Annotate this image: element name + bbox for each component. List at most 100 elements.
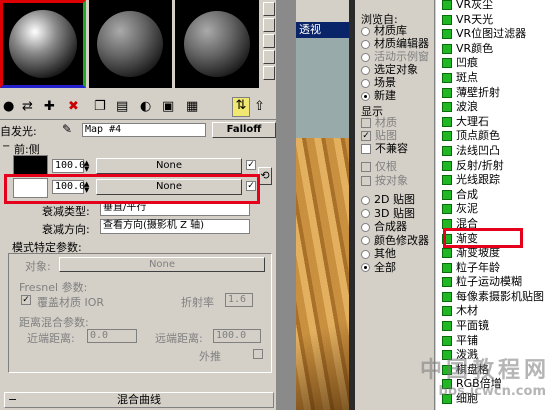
map-type-button[interactable]: Falloff xyxy=(212,122,276,138)
map-list-item-label: VR天光 xyxy=(456,12,494,26)
radio-icon xyxy=(361,222,370,232)
backlight-button[interactable] xyxy=(263,18,275,32)
map-list-item[interactable]: VR位图过滤器 xyxy=(442,27,550,42)
filter-option[interactable]: 按对象 xyxy=(361,174,435,188)
near-distance-field[interactable]: 0.0 xyxy=(87,329,137,343)
front-amount-spinner[interactable]: ▲ ▼ xyxy=(84,160,91,173)
sample-type-button[interactable] xyxy=(263,2,275,16)
filter-option[interactable]: 仅根 xyxy=(361,160,435,174)
browse-from-option[interactable]: 新建 xyxy=(361,89,435,102)
browse-from-option[interactable]: 场景 xyxy=(361,76,435,89)
mix-curve-rollup[interactable]: − 混合曲线 xyxy=(4,392,274,408)
front-amount-field[interactable]: 100.0 xyxy=(52,159,85,173)
show-option[interactable]: 不兼容 xyxy=(361,142,435,155)
viewport-tab-label: 透视 xyxy=(299,23,321,36)
put-library-icon[interactable]: ▤ xyxy=(116,99,132,115)
make-copy-icon[interactable]: ❐ xyxy=(94,99,110,115)
map-list-item[interactable]: 大理石 xyxy=(442,115,550,130)
map-list-item[interactable]: 平铺 xyxy=(442,334,550,349)
map-list-item[interactable]: 木材 xyxy=(442,304,550,319)
fresnel-label: Fresnel 参数: xyxy=(19,281,88,294)
video-check-button[interactable] xyxy=(263,66,275,80)
reset-map-icon[interactable]: ✖ xyxy=(68,99,84,115)
map-type-option[interactable]: 2D 贴图 xyxy=(361,193,435,207)
show-map-icon[interactable]: ▣ xyxy=(162,99,178,115)
watermark: 中国教程网 bbs.jcwcn.com xyxy=(420,352,550,404)
map-list-item[interactable]: 顶点颜色 xyxy=(442,129,550,144)
radio-icon xyxy=(361,263,370,272)
put-to-scene-icon[interactable]: ⇄ xyxy=(22,99,38,115)
map-list-item-label: 粒子年龄 xyxy=(456,260,500,274)
map-list-item[interactable]: VR灰尘 xyxy=(442,0,550,13)
show-option[interactable]: ✓ 贴图 xyxy=(361,129,435,142)
map-list-item[interactable]: 光线跟踪 xyxy=(442,173,550,188)
browse-from-option-label: 场景 xyxy=(374,76,396,89)
sample-slot-3[interactable] xyxy=(175,0,259,88)
map-list-item[interactable]: 薄壁折射 xyxy=(442,86,550,101)
map-type-icon xyxy=(442,204,452,215)
far-distance-field[interactable]: 100.0 xyxy=(213,329,261,343)
background-button[interactable] xyxy=(263,34,275,48)
rollout-minus-icon[interactable]: − xyxy=(2,141,10,152)
map-list-item[interactable]: 渐变坡度 xyxy=(442,246,550,261)
get-material-icon[interactable]: ● xyxy=(3,99,19,115)
object-pick-button[interactable]: None xyxy=(59,257,265,272)
map-list-item[interactable]: 法线凹凸 xyxy=(442,144,550,159)
browse-from-option-label: 材质编辑器 xyxy=(374,37,429,50)
go-to-parent-icon[interactable]: ⇅ xyxy=(232,97,250,117)
radio-icon xyxy=(361,65,370,75)
map-type-option[interactable]: 其他 xyxy=(361,247,435,261)
map-type-option[interactable]: 全部 xyxy=(361,261,435,275)
self-illum-label: 自发光: xyxy=(0,125,37,138)
map-list-item[interactable]: 灰泥 xyxy=(442,202,550,217)
filter-option-label: 按对象 xyxy=(375,174,408,187)
browse-from-option[interactable]: 材质库 xyxy=(361,24,435,37)
map-type-icon xyxy=(442,87,452,98)
map-name-field[interactable]: Map #4 xyxy=(82,123,206,137)
radio-icon xyxy=(361,39,370,49)
show-end-result-icon[interactable]: ▦ xyxy=(186,99,202,115)
swap-colors-button[interactable]: ⟲ xyxy=(258,167,272,185)
override-ior-checkbox[interactable]: ✓ xyxy=(21,295,31,305)
map-list-item[interactable]: 粒子年龄 xyxy=(442,261,550,276)
browse-from-option[interactable]: 选定对象 xyxy=(361,63,435,76)
front-map-button[interactable]: None xyxy=(96,158,242,174)
sphere-preview-icon xyxy=(184,11,250,77)
viewport-canvas[interactable] xyxy=(296,38,349,410)
map-list-item-label: 平面镜 xyxy=(456,319,489,333)
map-list-item[interactable]: VR天光 xyxy=(442,13,550,28)
map-list-item[interactable]: 波浪 xyxy=(442,100,550,115)
material-effects-icon[interactable]: ◐ xyxy=(140,99,156,115)
map-list-item[interactable]: 反射/折射 xyxy=(442,159,550,174)
go-forward-sibling-icon[interactable]: ⇧ xyxy=(254,99,270,115)
radio-icon xyxy=(361,91,370,101)
sample-slot-2[interactable] xyxy=(89,0,172,88)
show-option[interactable]: 材质 xyxy=(361,116,435,129)
browse-from-option[interactable]: 活动示例窗 xyxy=(361,50,435,63)
ior-field[interactable]: 1.6 xyxy=(225,293,253,307)
front-map-checkbox[interactable]: ✓ xyxy=(246,160,256,170)
floor-shadow xyxy=(296,298,349,410)
map-list-item[interactable]: VR颜色 xyxy=(442,42,550,57)
tiling-button[interactable] xyxy=(263,50,275,64)
assign-material-icon[interactable]: ✚ xyxy=(44,99,60,115)
map-list-item[interactable]: 凹痕 xyxy=(442,56,550,71)
map-list-item[interactable]: 合成 xyxy=(442,188,550,203)
map-list-item[interactable]: 平面镜 xyxy=(442,319,550,334)
checkbox-icon: ✓ xyxy=(361,131,371,141)
map-list-item-label: 光线跟踪 xyxy=(456,173,500,187)
front-color-swatch[interactable] xyxy=(13,155,48,175)
map-list-item[interactable]: 粒子运动模糊 xyxy=(442,275,550,290)
sample-slot-1[interactable] xyxy=(0,0,86,88)
map-type-option[interactable]: 3D 贴图 xyxy=(361,207,435,221)
map-list-item[interactable]: 每像素摄影机贴图 xyxy=(442,290,550,305)
object-label: 对象: xyxy=(25,260,51,273)
map-type-option[interactable]: 颜色修改器 xyxy=(361,234,435,248)
map-list-item[interactable]: 斑点 xyxy=(442,71,550,86)
browse-from-option[interactable]: 材质编辑器 xyxy=(361,37,435,50)
browser-options: 浏览自: 材质库 材质编辑器 活动示例窗 选定对象 场景 新建 显示 材质 ✓ 贴图 不兼容 仅… xyxy=(355,0,435,410)
extrapolate-checkbox[interactable] xyxy=(253,349,263,359)
eyedropper-icon[interactable]: ✎ xyxy=(62,122,72,136)
falloff-direction-dropdown[interactable]: 查看方向(摄影机 Z 轴) xyxy=(100,219,250,234)
map-type-option[interactable]: 合成器 xyxy=(361,220,435,234)
